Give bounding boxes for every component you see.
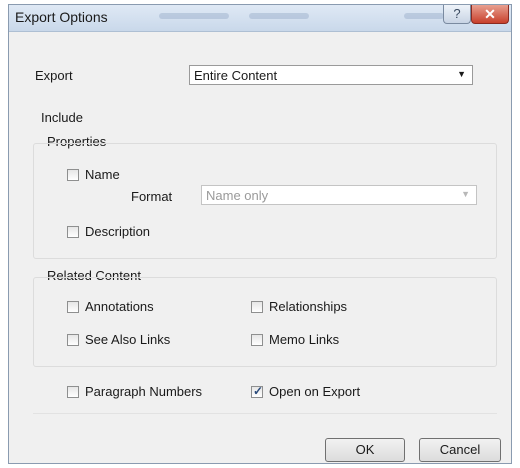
title-bar-reflection [249,13,309,19]
export-label: Export [35,68,73,83]
relationships-checkbox-label: Relationships [269,299,348,314]
description-checkbox[interactable]: Description [67,224,150,239]
dialog-title: Export Options [15,9,108,25]
memo-links-checkbox-label: Memo Links [269,332,340,347]
name-checkbox-label: Name [85,167,120,182]
name-checkbox-box[interactable] [67,168,79,181]
title-bar-reflection [159,13,229,19]
chevron-down-icon: ▼ [457,69,466,79]
memo-links-checkbox[interactable]: Memo Links [251,332,339,347]
description-checkbox-label: Description [85,224,151,239]
cancel-button[interactable]: Cancel [419,438,501,462]
open-on-export-checkbox-box[interactable]: ✓ [251,383,264,398]
paragraph-numbers-checkbox-label: Paragraph Numbers [85,384,203,399]
export-dropdown[interactable]: Entire Content ▼ [189,65,473,85]
annotations-checkbox-label: Annotations [85,299,154,314]
export-selected-value: Entire Content [194,68,278,83]
open-on-export-checkbox[interactable]: ✓ Open on Export [251,384,360,399]
question-mark-icon: ? [453,6,461,21]
format-label: Format [131,189,173,204]
title-bar[interactable]: Export Options ? ✕ [9,5,511,32]
close-button[interactable]: ✕ [471,5,509,24]
chevron-down-icon: ▼ [461,189,470,199]
memo-links-checkbox-box[interactable] [251,333,263,346]
annotations-checkbox-box[interactable] [67,300,79,313]
open-on-export-checkbox-label: Open on Export [269,384,361,399]
relationships-checkbox-box[interactable] [251,300,263,313]
see-also-links-checkbox-box[interactable] [67,333,79,346]
format-selected-value: Name only [206,188,269,203]
description-checkbox-box[interactable] [67,225,79,238]
title-bar-reflection [404,13,444,19]
export-options-dialog: Export Options ? ✕ Export Entire Content… [8,4,512,464]
format-dropdown[interactable]: Name only ▼ [201,185,477,205]
see-also-links-checkbox[interactable]: See Also Links [67,332,170,347]
ok-button[interactable]: OK [325,438,405,462]
include-label: Include [41,110,83,125]
name-checkbox[interactable]: Name [67,167,120,182]
related-content-group [33,277,497,367]
see-also-links-checkbox-label: See Also Links [85,332,171,347]
paragraph-numbers-checkbox[interactable]: Paragraph Numbers [67,384,202,399]
section-divider [33,413,497,414]
checkmark-icon: ✓ [253,383,264,398]
relationships-checkbox[interactable]: Relationships [251,299,347,314]
paragraph-numbers-checkbox-box[interactable] [67,385,79,398]
help-button[interactable]: ? [443,5,471,24]
annotations-checkbox[interactable]: Annotations [67,299,154,314]
close-icon: ✕ [484,6,496,22]
